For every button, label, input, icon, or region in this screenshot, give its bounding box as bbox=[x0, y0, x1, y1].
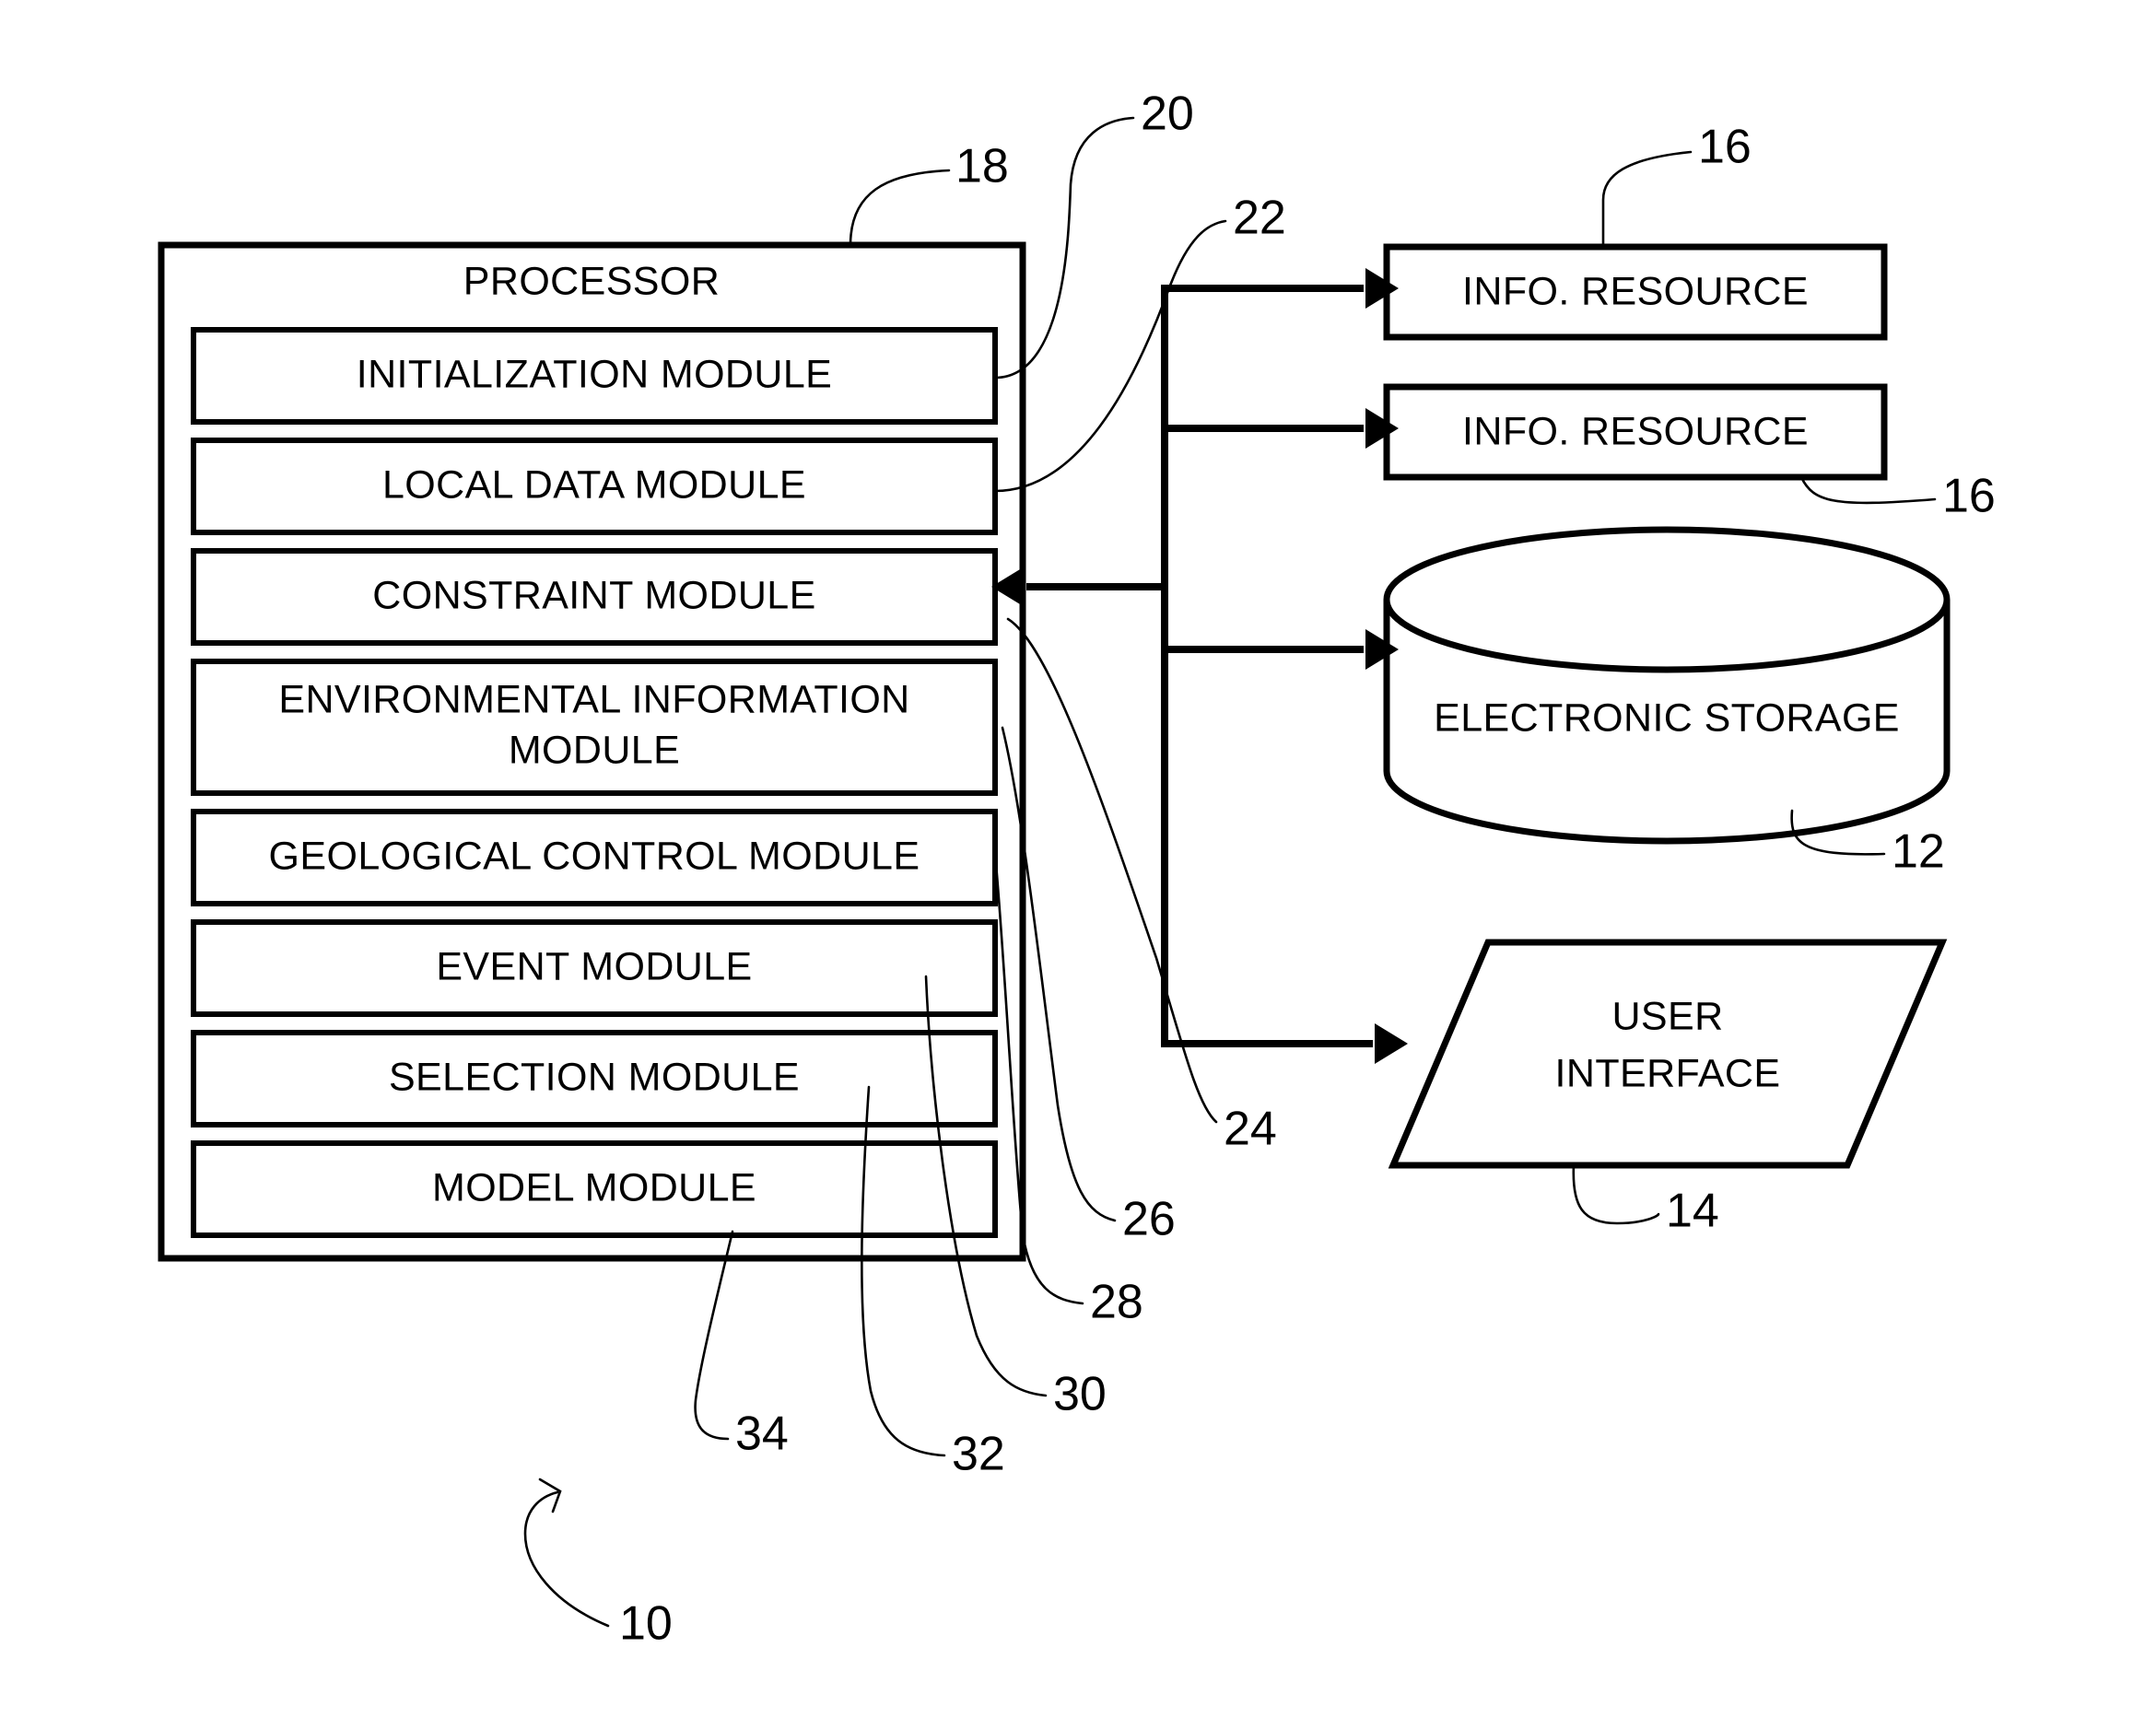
environmental-information-module-label-line2: MODULE bbox=[509, 728, 680, 772]
constraint-module-label: CONSTRAINT MODULE bbox=[372, 573, 815, 617]
ref-num-10: 10 bbox=[619, 1597, 673, 1651]
geological-control-module-label: GEOLOGICAL CONTROL MODULE bbox=[269, 834, 920, 878]
system-block-diagram: PROCESSOR INITIALIZATION MODULE LOCAL DA… bbox=[158, 88, 1996, 1651]
model-module-label: MODEL MODULE bbox=[432, 1165, 756, 1209]
figure-canvas: PROCESSOR INITIALIZATION MODULE LOCAL DA… bbox=[0, 0, 2156, 1729]
electronic-storage-label: ELECTRONIC STORAGE bbox=[1434, 695, 1900, 740]
ref-num-24: 24 bbox=[1224, 1103, 1277, 1156]
event-module-label: EVENT MODULE bbox=[436, 944, 752, 988]
leader-line-30 bbox=[924, 975, 1048, 1397]
leader-line-18 bbox=[849, 169, 951, 247]
local-data-module-label: LOCAL DATA MODULE bbox=[382, 462, 806, 507]
arrowhead-electronic-storage bbox=[1365, 629, 1399, 670]
user-interface-label-line2: INTERFACE bbox=[1555, 1051, 1781, 1095]
leader-line-26 bbox=[1001, 726, 1117, 1222]
arrowhead-info-resource-2 bbox=[1365, 408, 1399, 449]
info-resource-1-label: INFO. RESOURCE bbox=[1462, 269, 1809, 313]
ref-num-32: 32 bbox=[952, 1428, 1005, 1481]
environmental-information-module-label-line1: ENVIRONMENTAL INFORMATION bbox=[278, 677, 909, 721]
selection-module-label: SELECTION MODULE bbox=[389, 1055, 800, 1099]
initialization-module-label: INITIALIZATION MODULE bbox=[357, 352, 832, 396]
arrowhead-user-interface bbox=[1375, 1023, 1408, 1064]
ref-num-14: 14 bbox=[1666, 1185, 1719, 1238]
ref-num-26: 26 bbox=[1122, 1193, 1176, 1246]
ref-num-18: 18 bbox=[955, 140, 1009, 193]
ref-num-16-top: 16 bbox=[1698, 121, 1752, 174]
leader-line-34 bbox=[694, 1230, 734, 1441]
ref-num-16-bottom: 16 bbox=[1942, 470, 1996, 523]
arrowhead-info-resource-1 bbox=[1365, 268, 1399, 309]
leader-line-22 bbox=[993, 219, 1227, 493]
ref-num-30: 30 bbox=[1053, 1368, 1107, 1421]
ref-num-20: 20 bbox=[1141, 88, 1194, 141]
leader-line-16-top bbox=[1601, 150, 1693, 249]
info-resource-2-label: INFO. RESOURCE bbox=[1462, 409, 1809, 453]
processor-label: PROCESSOR bbox=[463, 259, 720, 303]
leader-line-14 bbox=[1572, 1163, 1660, 1225]
leader-line-28 bbox=[992, 841, 1084, 1305]
ref-num-22: 22 bbox=[1233, 192, 1286, 245]
leader-line-16-bottom bbox=[1799, 475, 1937, 505]
leader-line-10 bbox=[523, 1490, 610, 1628]
user-interface-label-line1: USER bbox=[1611, 994, 1723, 1038]
ref-num-28: 28 bbox=[1090, 1276, 1143, 1329]
electronic-storage-cylinder[interactable] bbox=[1383, 526, 1951, 845]
ref-num-34: 34 bbox=[735, 1408, 789, 1461]
ref-num-12: 12 bbox=[1892, 825, 1945, 879]
